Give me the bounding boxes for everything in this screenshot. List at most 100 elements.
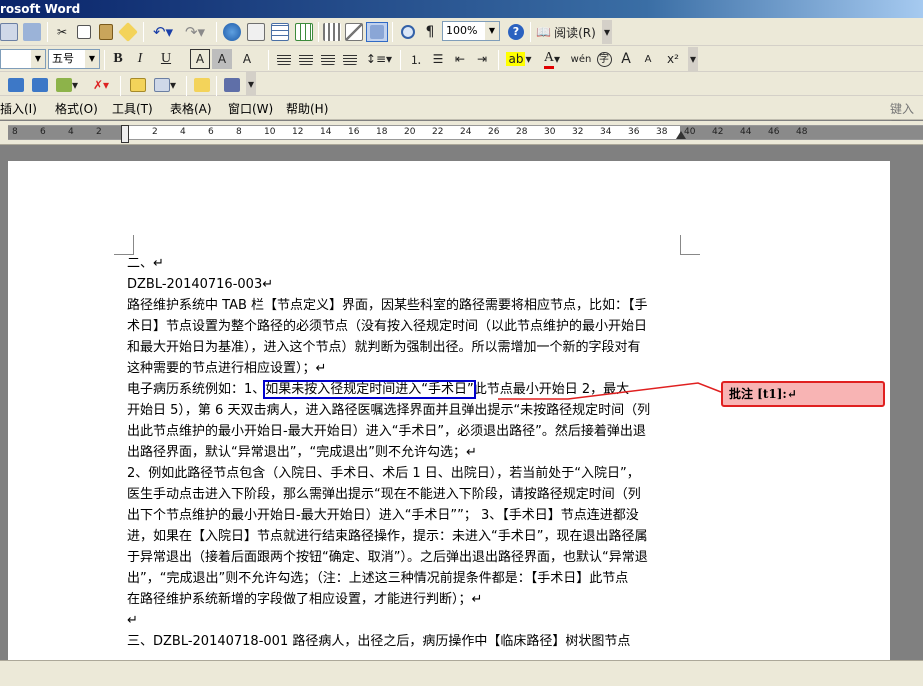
bold-button[interactable]: B [108, 49, 128, 69]
columns-icon[interactable] [322, 22, 342, 42]
toolbar-separator [216, 76, 217, 96]
print-preview-icon[interactable] [0, 22, 18, 42]
doc-line: 和最大开始日为基准），进入这个节点）就判断为强制出径。所以需增加一个新的字段对有 [127, 340, 641, 355]
toolbar-separator [120, 76, 121, 96]
toolbar-separator [400, 50, 401, 70]
read-button[interactable]: 📖 阅读(R) [534, 22, 598, 42]
doc-line: 出下个节点维护的最小开始日-最大开始日）进入“手术日””； 3、【手术日】节点连… [127, 508, 639, 523]
ruler-number: 48 [796, 127, 808, 137]
ruler-number: 44 [740, 127, 752, 137]
ruler-number: 46 [768, 127, 780, 137]
redo-icon[interactable]: ↷▾ [180, 22, 210, 42]
track-changes-icon[interactable]: ▾ [150, 75, 180, 95]
menu-format[interactable]: 格式(O) [55, 100, 98, 117]
doc-line: 出路径界面，默认“异常退出”，“完成退出”则不允许勾选；↵ [127, 445, 477, 460]
align-left-icon[interactable] [274, 49, 294, 69]
menu-insert[interactable]: 插入(I) [0, 100, 37, 117]
help-icon[interactable]: ? [506, 22, 526, 42]
char-border-button[interactable]: A [190, 49, 210, 69]
doc-line: 三、DZBL-20140718-001 路径病人，出径之后，病历操作中【临床路径… [127, 634, 631, 649]
font-name-select[interactable]: ▼ [0, 49, 46, 69]
show-hide-mark-icon[interactable]: ¶ [420, 22, 440, 42]
reject-change-icon[interactable]: ✗▾ [88, 75, 114, 95]
align-center-icon[interactable] [296, 49, 316, 69]
ruler-number: 10 [264, 127, 276, 137]
toolbar-separator [530, 22, 531, 42]
horizontal-ruler[interactable]: 8 6 4 2 2 4 6 8 10 12 14 16 18 20 22 24 26 28 30 32 34 36 38 40… [0, 121, 923, 145]
copy-icon[interactable] [74, 22, 94, 42]
menu-help[interactable]: 帮助(H) [286, 100, 328, 117]
decrease-indent-icon[interactable]: ⇤ [450, 49, 470, 69]
italic-button[interactable]: I [130, 49, 150, 69]
research-icon[interactable] [22, 22, 42, 42]
ruler-number: 28 [516, 127, 528, 137]
font-size-select[interactable]: 五号 ▼ [48, 49, 100, 69]
previous-change-icon[interactable] [6, 75, 26, 95]
enclose-chars-icon[interactable]: 字 [594, 49, 614, 69]
zoom-glass-icon[interactable] [398, 22, 418, 42]
grow-font-button[interactable]: A [616, 49, 636, 69]
toolbar-options-chevron-icon[interactable]: ▾ [246, 72, 256, 96]
align-right-icon[interactable] [318, 49, 338, 69]
increase-indent-icon[interactable]: ⇥ [472, 49, 492, 69]
save-version-icon[interactable] [222, 75, 242, 95]
doc-line: 路径维护系统中 TAB 栏【节点定义】界面，因某些科室的路径需要将相应节点，比如… [127, 298, 648, 313]
document-map-icon[interactable] [366, 22, 388, 42]
document-page[interactable]: 二、↵ DZBL-20140716-003↵ 路径维护系统中 TAB 栏【节点定… [8, 161, 890, 671]
accept-change-icon[interactable]: ▾ [54, 75, 80, 95]
numbering-icon[interactable]: ⒈ [406, 49, 426, 69]
example-suffix: 此节点最小开始日 2，最大 [473, 382, 630, 397]
drawing-icon[interactable] [344, 22, 364, 42]
standard-toolbar: ✂ ↶▾ ↷▾ ¶ 100% ▼ ? 📖 阅读(R) ▾ [0, 18, 923, 46]
commented-text[interactable]: 如果未按入径规定时间进入“手术日” [263, 380, 476, 399]
justify-icon[interactable] [340, 49, 360, 69]
ruler-number: 6 [40, 127, 46, 137]
doc-line: 于异常退出（接着后面跟两个按钮“确定、取消”）。之后弹出退出路径界面，也默认“异… [127, 550, 648, 565]
paste-icon[interactable] [96, 22, 116, 42]
char-shading-button[interactable]: A [212, 49, 232, 69]
toolbar-separator [143, 22, 144, 42]
phonetic-guide-button[interactable]: wén [570, 49, 592, 69]
highlight-pen-icon[interactable]: ab ▾ [504, 49, 534, 69]
undo-icon[interactable]: ↶▾ [148, 22, 178, 42]
underline-button[interactable]: U [152, 49, 180, 69]
superscript-button[interactable]: x² [662, 49, 684, 69]
doc-line-example: 电子病历系统例如：1、如果未按入径规定时间进入“手术日”此节点最小开始日 2，最… [127, 379, 687, 400]
menu-tools[interactable]: 工具(T) [112, 100, 153, 117]
next-change-icon[interactable] [30, 75, 50, 95]
new-comment-icon[interactable] [128, 75, 148, 95]
ruler-number: 38 [656, 127, 668, 137]
format-painter-icon[interactable] [118, 22, 138, 42]
ruler-number: 14 [320, 127, 332, 137]
document-body[interactable]: 二、↵ DZBL-20140716-003↵ 路径维护系统中 TAB 栏【节点定… [127, 253, 687, 652]
tables-borders-icon[interactable] [246, 22, 266, 42]
toolbar-options-chevron-icon[interactable]: ▾ [688, 47, 698, 71]
read-label: 阅读(R) [554, 25, 596, 40]
indent-marker[interactable] [121, 125, 129, 143]
ruler-number: 18 [376, 127, 388, 137]
right-indent-marker[interactable] [676, 131, 686, 139]
doc-line: 出”，“完成退出”则不允许勾选；（注：上述这三种情况前提条件都是：【手术日】此节… [127, 571, 629, 586]
font-color-button[interactable]: A ▾ [538, 49, 566, 69]
shrink-font-button[interactable]: A [638, 49, 658, 69]
bullets-icon[interactable]: ☰ [428, 49, 448, 69]
insert-table-icon[interactable] [270, 22, 290, 42]
toolbar-options-chevron-icon[interactable]: ▾ [602, 20, 612, 44]
reviewing-pane-icon[interactable] [192, 75, 212, 95]
ruler-number: 16 [348, 127, 360, 137]
doc-line: DZBL-20140716-003↵ [127, 277, 274, 292]
example-prefix: 电子病历系统例如：1、 [127, 382, 266, 397]
margin-corner [680, 235, 700, 255]
text-highlight-button[interactable]: A [234, 49, 260, 69]
menu-table[interactable]: 表格(A) [170, 100, 212, 117]
insert-excel-icon[interactable] [294, 22, 314, 42]
book-icon: 📖 [536, 25, 552, 39]
hyperlink-icon[interactable] [222, 22, 242, 42]
ruler-number: 32 [572, 127, 584, 137]
comment-balloon[interactable]: 批注 [t1]:↵ [721, 381, 885, 407]
cut-icon[interactable]: ✂ [52, 22, 72, 42]
menu-window[interactable]: 窗口(W) [228, 100, 273, 117]
line-spacing-icon[interactable]: ↕≡▾ [364, 49, 394, 69]
zoom-select[interactable]: 100% ▼ [442, 21, 500, 41]
doc-line: 这种需要的节点进行相应设置）；↵ [127, 361, 327, 376]
